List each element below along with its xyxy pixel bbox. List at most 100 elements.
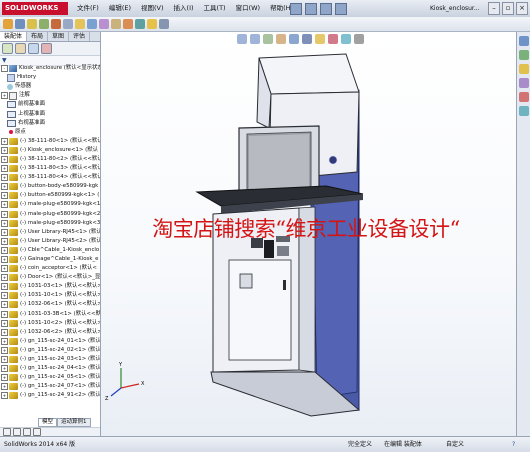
move-component-icon[interactable] bbox=[51, 19, 61, 29]
configuration-manager-icon[interactable] bbox=[28, 43, 39, 54]
units-selector[interactable]: 自定义 bbox=[446, 437, 464, 452]
expand-toggle-icon[interactable]: + bbox=[1, 228, 8, 236]
restore-icon[interactable]: ▫ bbox=[502, 2, 514, 15]
tree-item[interactable]: + (-) gn_115-sc-24_04<1> (默认 bbox=[0, 364, 100, 373]
minimize-icon[interactable]: – bbox=[488, 2, 500, 15]
tree-item[interactable]: 前视基准面 bbox=[0, 100, 100, 109]
feature-manager-icon[interactable] bbox=[2, 43, 13, 54]
scroll-last-icon[interactable] bbox=[33, 428, 41, 436]
tree-item[interactable]: + (-) Gainage^Cable_1-Kiosk_e bbox=[0, 255, 100, 264]
scroll-next-icon[interactable] bbox=[23, 428, 31, 436]
file-explorer-icon[interactable] bbox=[519, 64, 529, 74]
expand-toggle-icon[interactable]: + bbox=[1, 192, 8, 200]
tree-item[interactable]: + (-) button-body-e580999-kgk bbox=[0, 182, 100, 191]
tree-item[interactable]: + (-) gn_115-sc-24_05<1> (默认 bbox=[0, 373, 100, 382]
tree-item[interactable]: + (-) Door<1> (默认<<默认>_显 bbox=[0, 273, 100, 282]
tree-item[interactable]: + (-) 1032-06<2> (默认<<默认>_ bbox=[0, 328, 100, 337]
display-manager-icon[interactable] bbox=[41, 43, 52, 54]
property-manager-icon[interactable] bbox=[15, 43, 26, 54]
tree-item[interactable]: + (-) 1032-06<1> (默认<<默认>_ bbox=[0, 300, 100, 309]
expand-toggle-icon[interactable]: + bbox=[1, 337, 8, 345]
expand-toggle-icon[interactable]: + bbox=[1, 265, 8, 273]
tree-item[interactable]: 上视基准面 bbox=[0, 109, 100, 118]
linear-pattern-icon[interactable] bbox=[27, 19, 37, 29]
view-palette-icon[interactable] bbox=[519, 78, 529, 88]
expand-toggle-icon[interactable]: + bbox=[1, 374, 8, 382]
filter-icon[interactable]: ▼ bbox=[2, 57, 7, 64]
expand-toggle-icon[interactable]: + bbox=[1, 137, 8, 145]
show-hidden-icon[interactable] bbox=[63, 19, 73, 29]
tree-item[interactable]: 传感器 bbox=[0, 82, 100, 91]
insert-component-icon[interactable] bbox=[3, 19, 13, 29]
menu-insert[interactable]: 插入(I) bbox=[169, 0, 199, 17]
expand-toggle-icon[interactable]: + bbox=[1, 219, 8, 227]
new-motion-study-icon[interactable] bbox=[99, 19, 109, 29]
expand-toggle-icon[interactable]: + bbox=[1, 283, 8, 291]
tree-item[interactable]: + (-) male-plug-e580999-kgk<2 bbox=[0, 210, 100, 219]
tree-item[interactable]: + (-) gn_115-sc-24_91<2> (默认 bbox=[0, 391, 100, 400]
tree-item[interactable]: + (-) 38-111-80<3> (默认<<默认 bbox=[0, 164, 100, 173]
expand-toggle-icon[interactable]: + bbox=[1, 174, 8, 182]
exploded-view-icon[interactable] bbox=[123, 19, 133, 29]
tree-item[interactable]: + (-) 38-111-80<1> (默认<<默认 bbox=[0, 137, 100, 146]
tree-item[interactable]: + 注解 bbox=[0, 91, 100, 100]
tab-motion-study[interactable]: 运动算例1 bbox=[57, 418, 91, 427]
mate-icon[interactable] bbox=[15, 19, 25, 29]
tab-evaluate[interactable]: 评估 bbox=[69, 32, 91, 41]
tree-item[interactable]: History bbox=[0, 73, 100, 82]
tree-item[interactable]: 原点 bbox=[0, 128, 100, 137]
custom-properties-icon[interactable] bbox=[519, 106, 529, 116]
tree-item[interactable]: + (-) Cble^Cable_1-Kiosk_enclo bbox=[0, 246, 100, 255]
expand-toggle-icon[interactable]: + bbox=[1, 274, 8, 282]
new-icon[interactable] bbox=[290, 3, 302, 15]
expand-toggle-icon[interactable]: + bbox=[1, 246, 8, 254]
expand-toggle-icon[interactable]: + bbox=[1, 383, 8, 391]
tree-item[interactable]: + (-) User Library-RJ45<2> (默认 bbox=[0, 237, 100, 246]
tree-item[interactable]: + (-) button-e580999-kgk<1> ( bbox=[0, 191, 100, 200]
tree-item[interactable]: + (-) 1031-03-3B<1> (默认<<默认 bbox=[0, 310, 100, 319]
solidworks-logo[interactable]: SOLIDWORKS bbox=[2, 2, 68, 15]
graphics-area[interactable]: Y X Z 淘宝店铺搜索“维京工业设备设计“ bbox=[101, 32, 516, 436]
expand-toggle-icon[interactable]: + bbox=[1, 92, 8, 100]
scroll-prev-icon[interactable] bbox=[13, 428, 21, 436]
menu-file[interactable]: 文件(F) bbox=[72, 0, 104, 17]
tree-item[interactable]: + (-) coin_acceptor<1> (默认< bbox=[0, 264, 100, 273]
close-icon[interactable]: × bbox=[516, 2, 528, 15]
expand-toggle-icon[interactable]: + bbox=[1, 392, 8, 400]
tree-item[interactable]: + (-) 38-111-80<2> (默认<<默认 bbox=[0, 155, 100, 164]
tree-item[interactable]: + (-) gn_115-sc-24_02<1> (默认 bbox=[0, 346, 100, 355]
tree-item[interactable]: + (-) male-plug-e580999-kgk<1 bbox=[0, 200, 100, 209]
instant3d-icon[interactable] bbox=[135, 19, 145, 29]
tree-item[interactable]: + (-) gn_115-sc-24_03<1> (默认 bbox=[0, 355, 100, 364]
tree-item[interactable]: + (-) male-plug-e580999-kgk<3 bbox=[0, 219, 100, 228]
print-icon[interactable] bbox=[335, 3, 347, 15]
assembly-features-icon[interactable] bbox=[75, 19, 85, 29]
design-library-icon[interactable] bbox=[519, 50, 529, 60]
open-icon[interactable] bbox=[305, 3, 317, 15]
help-icon[interactable]: ? bbox=[512, 437, 515, 452]
expand-toggle-icon[interactable]: + bbox=[1, 346, 8, 354]
expand-toggle-icon[interactable]: - bbox=[1, 65, 8, 73]
tree-item[interactable]: + (-) User Library-RJ45<1> (默认 bbox=[0, 228, 100, 237]
expand-toggle-icon[interactable]: + bbox=[1, 310, 8, 318]
tree-item[interactable]: + (-) gn_115-sc-24_01<1> (默认 bbox=[0, 337, 100, 346]
expand-toggle-icon[interactable]: + bbox=[1, 210, 8, 218]
tree-item[interactable]: - Kiosk_enclosure (默认<显示状态-1>) bbox=[0, 64, 100, 73]
smart-fasteners-icon[interactable] bbox=[39, 19, 49, 29]
expand-toggle-icon[interactable]: + bbox=[1, 165, 8, 173]
bill-of-materials-icon[interactable] bbox=[111, 19, 121, 29]
solidworks-resources-icon[interactable] bbox=[519, 36, 529, 46]
expand-toggle-icon[interactable]: + bbox=[1, 301, 8, 309]
tab-sketch[interactable]: 草图 bbox=[48, 32, 70, 41]
rebuild-icon[interactable] bbox=[147, 19, 157, 29]
expand-toggle-icon[interactable]: + bbox=[1, 146, 8, 154]
expand-toggle-icon[interactable]: + bbox=[1, 183, 8, 191]
menu-edit[interactable]: 编辑(E) bbox=[104, 0, 136, 17]
tree-item[interactable]: + (-) gn_115-sc-24_07<1> (默认 bbox=[0, 382, 100, 391]
scroll-first-icon[interactable] bbox=[3, 428, 11, 436]
expand-toggle-icon[interactable]: + bbox=[1, 237, 8, 245]
tree-item[interactable]: + (-) 1031-03<1> (默认<<默认>_ bbox=[0, 282, 100, 291]
reference-geometry-icon[interactable] bbox=[87, 19, 97, 29]
expand-toggle-icon[interactable]: + bbox=[1, 328, 8, 336]
save-icon[interactable] bbox=[320, 3, 332, 15]
